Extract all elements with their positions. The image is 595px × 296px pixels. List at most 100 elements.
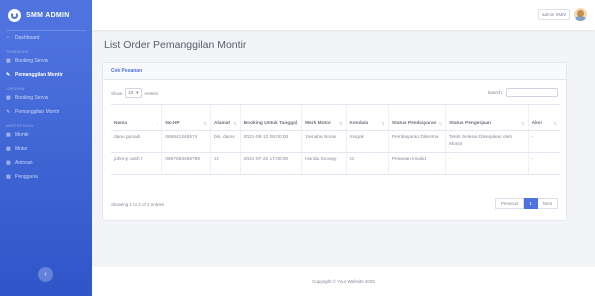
table-cell: 085641246574 (161, 130, 211, 153)
column-header-label: No.HP (165, 120, 180, 126)
table-cell: Telah Selesai Dikerjakan oleh Montir (445, 130, 529, 153)
table-header-row: Nama ↑ No.HP ⇅ Alamat ⇅ Booking Untuk Tanggal ⇅… (111, 104, 560, 131)
sort-icon: ⇅ (294, 120, 299, 126)
username: admin SMM (537, 9, 570, 20)
table-info: Showing 1 to 2 of 2 entries (111, 202, 165, 207)
table-cell: - (527, 130, 560, 153)
sidebar-item-montir[interactable]: ▦ Montir (0, 128, 92, 142)
column-header-label: Alamat (214, 120, 231, 126)
sidebar-heading: MASTER DATA (6, 124, 34, 128)
sidebar-item-pengguna[interactable]: ▦ Pengguna (0, 170, 92, 184)
orders-card: Cek Pesanan Show 10 ▾ entries Search: Na… (102, 62, 567, 221)
column-header[interactable]: Merk Motor ⇅ (301, 104, 347, 131)
table-icon: ▦ (6, 173, 11, 180)
sidebar-item-motor[interactable]: ▦ Motor (0, 142, 92, 156)
page-1-button[interactable]: 1 (524, 198, 538, 209)
sidebar-item-pemanggilan-montir[interactable]: ✎ Pemanggilan Montir (0, 68, 92, 82)
sidebar-item-booking-servis[interactable]: ▦ Booking Servis (0, 91, 92, 105)
sidebar: SMM ADMIN ◔ Dashboard TRANSAKSI ▦ Booking Se… (0, 0, 92, 296)
column-header[interactable]: Booking Untuk Tanggal ⇅ (239, 104, 302, 131)
search-label: Search: (487, 90, 503, 95)
column-header-label: Kendala (349, 120, 369, 126)
sidebar-nav: ◔ Dashboard TRANSAKSI ▦ Booking Servis ✎ Peman… (0, 31, 92, 184)
table-icon: ▦ (6, 159, 11, 166)
sidebar-heading: LAPORAN (6, 87, 25, 91)
sort-icon: ⇅ (521, 120, 525, 126)
sidebar-toggle-button[interactable]: ‹ (38, 267, 53, 282)
previous-button[interactable]: Previous (494, 198, 525, 209)
next-button[interactable]: Next (537, 198, 558, 209)
sort-icon: ⇅ (553, 120, 557, 126)
table-row: danu​ gunadi 085641246574 blo. dams 2021-08… (111, 130, 560, 153)
table-cell: Yamaha Nmax (301, 130, 347, 153)
sidebar-item-dashboard[interactable]: ◔ Dashboard (0, 31, 92, 45)
table-cell: Pembayaran Diterima (387, 130, 446, 153)
copyright-text: Copyright © Your Website 2020 (312, 279, 375, 284)
card-header: Cek Pesanan (103, 63, 566, 80)
sidebar-item-label: Booking Servis (15, 58, 49, 64)
column-header[interactable]: Nama ↑ (111, 104, 162, 131)
sort-icon: ↑ (156, 120, 159, 126)
footer: Copyright © Your Website 2020 (92, 267, 595, 296)
column-header[interactable]: No.HP ⇅ (161, 104, 211, 131)
column-header-label: Nama (114, 120, 128, 126)
column-header-label: Status Pengerjaan (449, 120, 491, 126)
table-cell: blo. dams (210, 130, 241, 153)
column-header-label: Aksi (531, 120, 542, 126)
sort-icon: ⇅ (203, 120, 208, 126)
sort-icon: ⇅ (233, 120, 237, 126)
sidebar-item-label: Booking Servis (15, 95, 49, 101)
sort-icon: ⇅ (339, 120, 343, 126)
column-header-label: Booking Untuk Tanggal (243, 120, 298, 126)
table-cell: Honda Scoopy (301, 152, 347, 175)
entries-label: entries (144, 90, 159, 96)
sidebar-item-label: Montir (15, 132, 29, 138)
table-icon: ▦ (6, 131, 11, 138)
wrench-icon: ✎ (6, 71, 11, 78)
entries-value: 10 (128, 90, 134, 95)
sidebar-heading: TRANSAKSI (6, 50, 29, 54)
column-header[interactable]: Status Pembayaran ⇅ (387, 104, 446, 131)
table-cell: - (527, 152, 560, 175)
table-icon: ▦ (6, 94, 11, 101)
sidebar-item-label: Pemanggilan Montir (15, 109, 60, 115)
table-cell: mogok (345, 130, 389, 153)
table-icon: ▦ (6, 145, 11, 152)
entries-select[interactable]: 10 ▾ (125, 88, 142, 98)
table-row: johnny cash r 0867653456788 zz 2021-07-22 1… (111, 152, 560, 175)
table-icon: ▦ (6, 57, 11, 64)
sort-icon: ⇅ (381, 120, 385, 126)
tachometer-icon: ◔ (6, 34, 10, 41)
table-body: danu​ gunadi 085641246574 blo. dams 2021-08… (111, 130, 560, 175)
table-cell: Pesanan invalid (387, 152, 446, 175)
column-header[interactable]: Aksi ⇅ (527, 104, 560, 131)
wrench-icon: ✎ (6, 108, 11, 115)
entries-control: Show 10 ▾ entries (111, 88, 158, 98)
brand-logo-icon (8, 8, 21, 22)
column-header[interactable]: Kendala ⇅ (345, 104, 389, 131)
sidebar-item-label: Dashboard (15, 35, 40, 41)
table-cell: johnny cash r (111, 152, 162, 175)
avatar[interactable] (574, 8, 587, 21)
table-cell: 2021-07-22 17:00:00 (239, 152, 302, 175)
page-title: List Order Pemanggilan Montir (104, 39, 247, 51)
topbar: admin SMM (92, 0, 595, 30)
orders-table: Nama ↑ No.HP ⇅ Alamat ⇅ Booking Untuk Tanggal ⇅… (111, 104, 560, 175)
caret-down-icon: ▾ (136, 90, 139, 95)
chevron-left-icon: ‹ (44, 271, 47, 278)
table-cell: 2021-08-12 08:00:00 (239, 130, 302, 153)
column-header[interactable]: Alamat ⇅ (210, 104, 241, 131)
sidebar-item-label: Antrean (15, 160, 33, 166)
sidebar-item-booking-servis[interactable]: ▦ Booking Servis (0, 54, 92, 68)
sidebar-item-antrean[interactable]: ▦ Antrean (0, 156, 92, 170)
column-header[interactable]: Status Pengerjaan ⇅ (445, 104, 529, 131)
sidebar-item-pemanggilan-montir[interactable]: ✎ Pemanggilan Montir (0, 105, 92, 119)
show-label: Show (111, 90, 123, 96)
table-cell: zz (210, 152, 241, 175)
brand-label: SMM ADMIN (26, 11, 70, 19)
search-input[interactable] (506, 88, 558, 97)
table-cell: zz (345, 152, 389, 175)
search-control: Search: (487, 88, 558, 97)
user-menu[interactable]: admin SMM (537, 8, 587, 21)
sidebar-brand[interactable]: SMM ADMIN (0, 0, 92, 30)
